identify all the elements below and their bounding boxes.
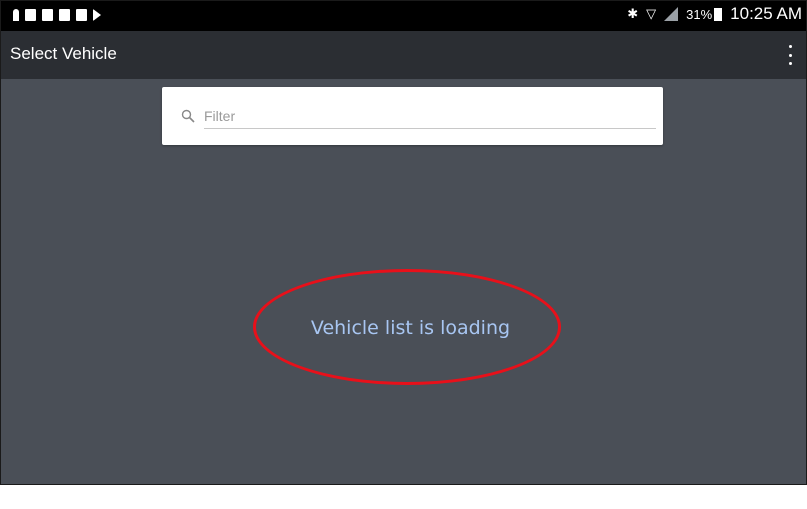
app-bar: Select Vehicle (1, 31, 806, 79)
filter-input[interactable] (204, 104, 656, 129)
unknown-icon (76, 9, 87, 21)
clock: 10:25 AM (730, 4, 802, 23)
wifi-icon: ▽ (646, 6, 657, 21)
status-bar: ✱ ▽ 31% 10:25 AM (1, 1, 806, 31)
battery-icon (714, 7, 723, 21)
page-title: Select Vehicle (10, 44, 117, 63)
signal-icon (664, 7, 679, 21)
search-icon (181, 109, 195, 123)
battery-percent: 31% (686, 6, 713, 22)
flag-icon (93, 9, 101, 21)
person-icon (13, 9, 19, 21)
search-card (162, 87, 663, 145)
app-screen: ✱ ▽ 31% 10:25 AM Select Vehicle Vehicle … (0, 0, 807, 485)
phone-icon (25, 9, 36, 21)
more-vert-icon[interactable] (784, 45, 796, 65)
system-indicators: ✱ ▽ 31% 10:25 AM (627, 4, 802, 24)
mail-icon (42, 9, 53, 21)
image-icon (59, 9, 70, 21)
bluetooth-icon: ✱ (627, 6, 639, 21)
highlight-ellipse (253, 269, 561, 385)
notification-icons (13, 9, 101, 21)
